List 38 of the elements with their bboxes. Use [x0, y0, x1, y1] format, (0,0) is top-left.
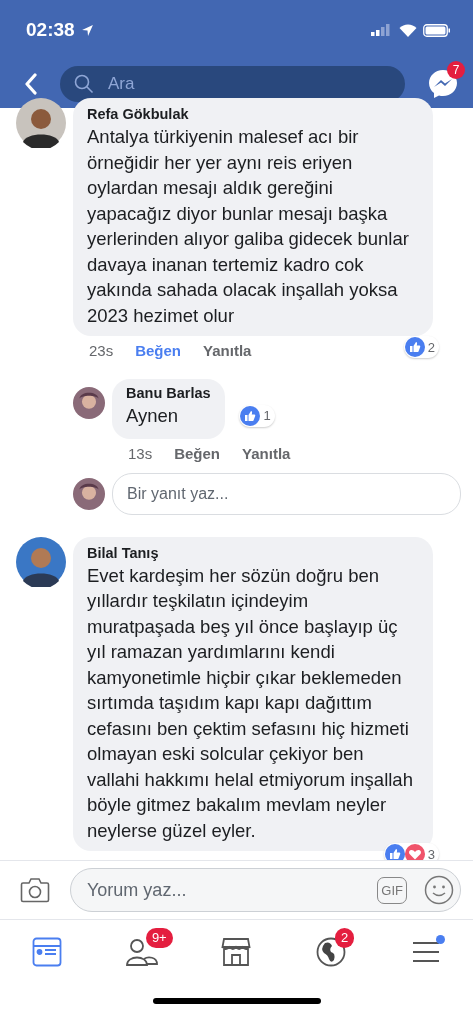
camera-icon[interactable] — [20, 877, 50, 903]
notification-badge: 9+ — [145, 928, 173, 948]
author-name[interactable]: Bilal Tanış — [87, 544, 419, 561]
comment-text: Evet kardeşim her sözün doğru ben yıllardır teşkilatın içindeyim muratpaşada beş yıl önce başlayıp üç yıl ramazan yardımlarını kendi kamyonetimle hiçbir çıkar beklemeden sırtımda taşıdım kapı kapı dağıttım cefasını ben çektim sefasını hiç hizmeti olmayan eski solcular çekiyor ben vallahi hakkımı helal etmiyorum inşallah böyle gitmez bakalım mevlam neyler neylerse güzel eyler. — [87, 563, 414, 843]
gif-button[interactable]: GIF — [377, 877, 407, 904]
reaction-count[interactable]: 3 — [383, 843, 439, 860]
reply-link[interactable]: Yanıtla — [203, 342, 252, 359]
reaction-count[interactable]: 1 — [239, 404, 275, 427]
reply-input[interactable]: Bir yanıt yaz... — [112, 472, 461, 515]
avatar[interactable] — [73, 387, 105, 419]
comment-text: Antalya türkiyenin malesef acı bir örneğidir her yer aynı reis eriyen oylardan mesajı aldık gereğini yapacağız diyor bunlar mesajı başka yerlerinden alıyor galiba gidecek bunlar davaya inanan tertemiz kadro cok yakında sahada olacak inşallah yoksa 2023 hezimet olur — [87, 125, 410, 328]
battery-icon — [423, 23, 451, 37]
comment-time: 23s — [89, 342, 114, 359]
author-name[interactable]: Refa Gökbulak — [87, 106, 419, 122]
clock-time: 02:38 — [26, 19, 75, 41]
reply-link[interactable]: Yanıtla — [242, 444, 291, 462]
avatar[interactable] — [73, 477, 105, 510]
comment-text: Aynen — [126, 404, 180, 428]
news-feed-icon — [32, 937, 63, 967]
comment-time: 13s — [128, 444, 153, 462]
signal-icon — [371, 24, 393, 36]
like-link[interactable]: Beğen — [174, 444, 221, 462]
avatar[interactable] — [16, 98, 66, 148]
notification-badge: 7 — [447, 61, 465, 79]
emoji-icon[interactable] — [424, 875, 454, 905]
like-link[interactable]: Beğen — [135, 342, 182, 359]
notification-badge: 2 — [335, 928, 355, 948]
wifi-icon — [399, 23, 417, 37]
avatar[interactable] — [16, 536, 66, 587]
author-name[interactable]: Banu Barlas — [126, 385, 211, 401]
storefront-icon — [221, 937, 252, 967]
menu-icon — [410, 940, 441, 964]
reaction-count[interactable]: 2 — [403, 336, 439, 358]
back-icon[interactable] — [24, 73, 38, 95]
location-arrow-icon — [80, 23, 94, 37]
globe-tab[interactable]: 2 — [283, 920, 379, 984]
search-icon — [74, 74, 94, 94]
friends-tab[interactable]: 9+ — [94, 920, 190, 984]
